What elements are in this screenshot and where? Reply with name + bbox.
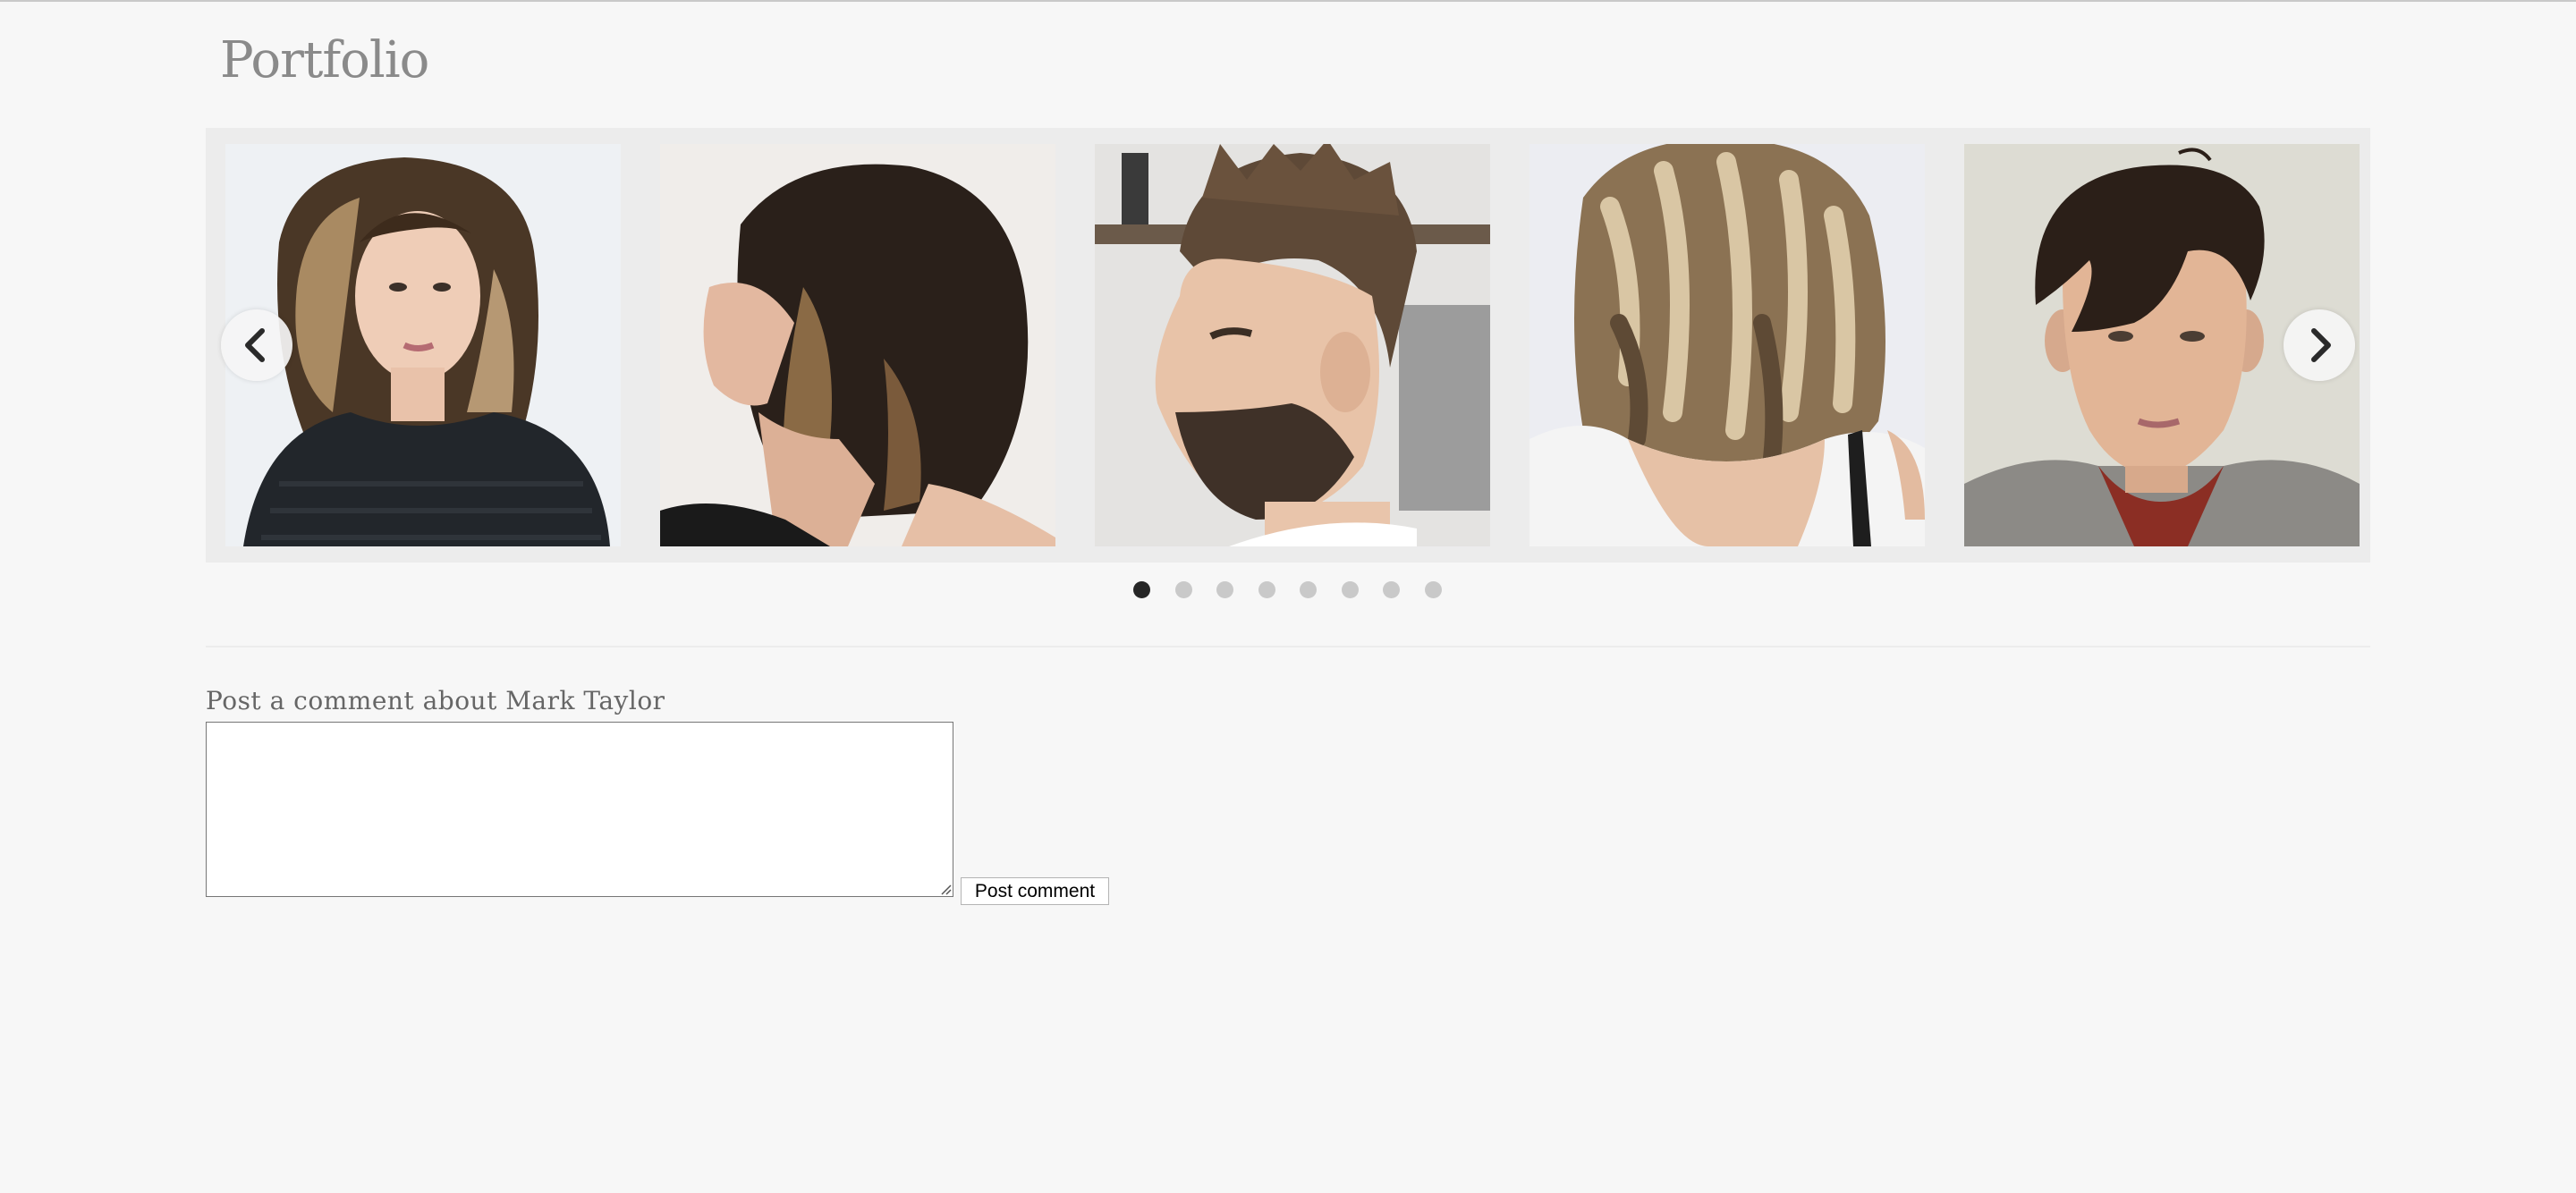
portfolio-carousel[interactable] [206,128,2370,563]
chevron-left-icon [245,328,265,362]
page-title: Portfolio [220,31,429,89]
carousel-prev-button[interactable] [221,309,292,381]
top-border [0,0,2576,2]
carousel-slide-3[interactable] [1095,144,1490,546]
carousel-dot-8[interactable] [1425,581,1442,598]
comment-label: Post a comment about Mark Taylor [206,686,665,715]
carousel-dot-3[interactable] [1216,581,1233,598]
carousel-dot-5[interactable] [1300,581,1317,598]
slide-4-photo [1530,144,1925,546]
carousel-dot-7[interactable] [1383,581,1400,598]
carousel-next-button[interactable] [2284,309,2355,381]
carousel-dot-2[interactable] [1175,581,1192,598]
slide-3-photo [1095,144,1490,546]
slide-2-photo [660,144,1055,546]
post-comment-button[interactable]: Post comment [961,877,1109,905]
carousel-slide-2[interactable] [660,144,1055,546]
resize-handle-icon[interactable] [937,881,952,895]
carousel-slide-4[interactable] [1530,144,1925,546]
chevron-right-icon [2311,328,2331,362]
section-divider [206,646,2370,647]
carousel-dot-1[interactable] [1133,581,1150,598]
comment-textarea[interactable] [206,722,953,897]
carousel-dot-6[interactable] [1342,581,1359,598]
carousel-dot-4[interactable] [1258,581,1275,598]
